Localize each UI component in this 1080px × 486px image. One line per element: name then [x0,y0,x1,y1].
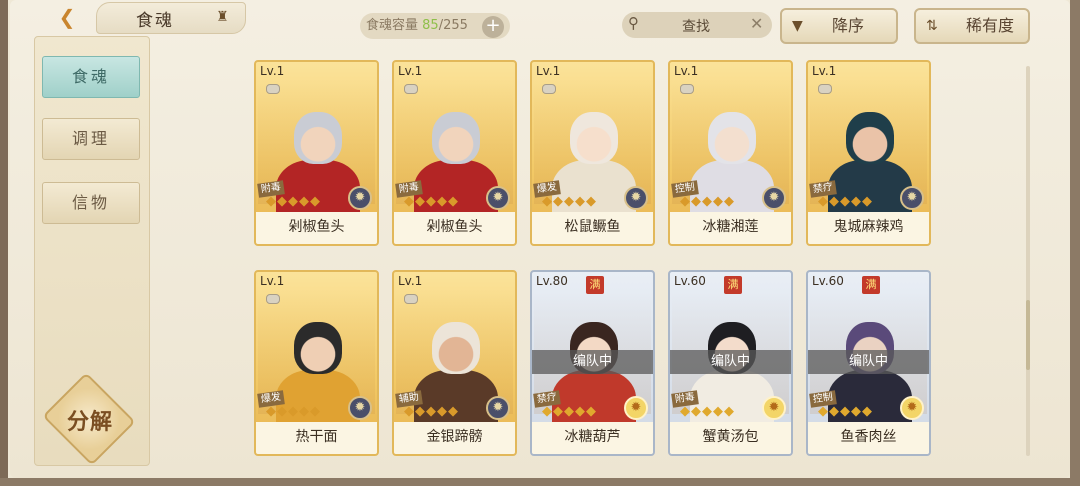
star-rating: ◆◆◆◆◆ [404,404,459,419]
sidebar-tab-food-soul[interactable]: 食魂 [42,56,140,98]
star-rating: ◆◆◆◆◆ [542,404,597,419]
food-soul-card[interactable]: Lv.1 控制 ◆◆◆◆◆ ✹ 冰糖湘莲 [668,60,793,246]
level-label: Lv.60 [674,274,706,288]
lock-icon[interactable] [266,294,280,304]
food-soul-card[interactable]: Lv.1 爆发 ◆◆◆◆◆ ✹ 热干面 [254,270,379,456]
element-badge-icon: ✹ [762,396,786,420]
lock-icon[interactable] [404,294,418,304]
max-level-badge: 满 [724,276,742,294]
sort-rarity-button[interactable]: ⇅ 稀有度 [914,8,1030,44]
element-badge-icon: ✹ [900,186,924,210]
sort-order-button[interactable]: ▼ 降序 [780,8,898,44]
sort-order-label: 降序 [832,16,865,35]
food-soul-card[interactable]: Lv.60 满编队中 附毒 ◆◆◆◆◆ ✹ 蟹黄汤包 [668,270,793,456]
character-name: 蟹黄汤包 [670,422,791,454]
sort-swap-icon: ⇅ [926,18,938,34]
back-button[interactable]: ❮ [52,6,82,28]
triangle-down-icon: ▼ [792,18,803,34]
character-head [846,112,894,164]
character-name: 剁椒鱼头 [394,212,515,244]
max-level-badge: 满 [586,276,604,294]
element-badge-icon: ✹ [624,396,648,420]
star-rating: ◆◆◆◆◆ [266,404,321,419]
crown-icon[interactable]: ♜ [216,10,236,24]
element-badge-icon: ✹ [486,186,510,210]
in-team-banner: 编队中 [808,350,929,374]
character-name: 鬼城麻辣鸡 [808,212,929,244]
character-name: 鱼香肉丝 [808,422,929,454]
star-rating: ◆◆◆◆◆ [680,194,735,209]
scrollbar-thumb[interactable] [1026,300,1030,370]
character-head [294,322,342,374]
sidebar-tab-tokens[interactable]: 信物 [42,182,140,224]
character-head [708,112,756,164]
character-name: 金银蹄髈 [394,422,515,454]
star-rating: ◆◆◆◆◆ [818,194,873,209]
food-soul-card[interactable]: Lv.1 附毒 ◆◆◆◆◆ ✹ 剁椒鱼头 [392,60,517,246]
star-rating: ◆◆◆◆◆ [818,404,873,419]
character-name: 冰糖葫芦 [532,422,653,454]
character-head [294,112,342,164]
level-label: Lv.80 [536,274,568,288]
level-label: Lv.1 [398,64,423,78]
food-soul-card[interactable]: Lv.1 禁疗 ◆◆◆◆◆ ✹ 鬼城麻辣鸡 [806,60,931,246]
food-soul-card[interactable]: Lv.1 爆发 ◆◆◆◆◆ ✹ 松鼠鳜鱼 [530,60,655,246]
level-label: Lv.1 [260,274,285,288]
character-name: 热干面 [256,422,377,454]
search-placeholder[interactable]: 查找 [682,16,710,36]
character-name: 剁椒鱼头 [256,212,377,244]
character-name: 松鼠鳜鱼 [532,212,653,244]
food-soul-card[interactable]: Lv.1 附毒 ◆◆◆◆◆ ✹ 剁椒鱼头 [254,60,379,246]
character-head [432,322,480,374]
sort-rarity-label: 稀有度 [966,16,1015,35]
star-rating: ◆◆◆◆◆ [680,404,735,419]
element-badge-icon: ✹ [348,396,372,420]
star-rating: ◆◆◆◆◆ [542,194,597,209]
character-head [432,112,480,164]
star-rating: ◆◆◆◆◆ [404,194,459,209]
element-badge-icon: ✹ [900,396,924,420]
level-label: Lv.60 [812,274,844,288]
frame-right [1070,0,1080,486]
food-soul-card[interactable]: Lv.60 满编队中 控制 ◆◆◆◆◆ ✹ 鱼香肉丝 [806,270,931,456]
food-soul-card[interactable]: Lv.1 辅助 ◆◆◆◆◆ ✹ 金银蹄髈 [392,270,517,456]
character-head [570,112,618,164]
frame-bottom [0,478,1080,486]
level-label: Lv.1 [536,64,561,78]
in-team-banner: 编队中 [532,350,653,374]
capacity-add-button[interactable]: + [482,16,504,38]
lock-icon[interactable] [818,84,832,94]
level-label: Lv.1 [398,274,423,288]
in-team-banner: 编队中 [670,350,791,374]
lock-icon[interactable] [404,84,418,94]
element-badge-icon: ✹ [348,186,372,210]
lock-icon[interactable] [542,84,556,94]
element-badge-icon: ✹ [762,186,786,210]
back-arrow-icon: ❮ [58,5,76,29]
clear-search-button[interactable]: ✕ [750,14,763,33]
capacity-total: /255 [438,18,468,33]
page-title: 食魂 [136,11,174,31]
element-badge-icon: ✹ [486,396,510,420]
level-label: Lv.1 [812,64,837,78]
lock-icon[interactable] [680,84,694,94]
lock-icon[interactable] [266,84,280,94]
frame-left [0,0,8,486]
level-label: Lv.1 [260,64,285,78]
level-label: Lv.1 [674,64,699,78]
element-badge-icon: ✹ [624,186,648,210]
scrollbar-track[interactable] [1026,66,1030,456]
sidebar-tab-cooking[interactable]: 调理 [42,118,140,160]
character-name: 冰糖湘莲 [670,212,791,244]
search-icon: ⚲ [628,14,639,32]
food-soul-card[interactable]: Lv.80 满编队中 禁疗 ◆◆◆◆◆ ✹ 冰糖葫芦 [530,270,655,456]
max-level-badge: 满 [862,276,880,294]
star-rating: ◆◆◆◆◆ [266,194,321,209]
capacity-current: 85 [422,18,439,33]
capacity-label: 食魂容量 [366,18,419,33]
decompose-label[interactable]: 分解 [52,404,128,436]
